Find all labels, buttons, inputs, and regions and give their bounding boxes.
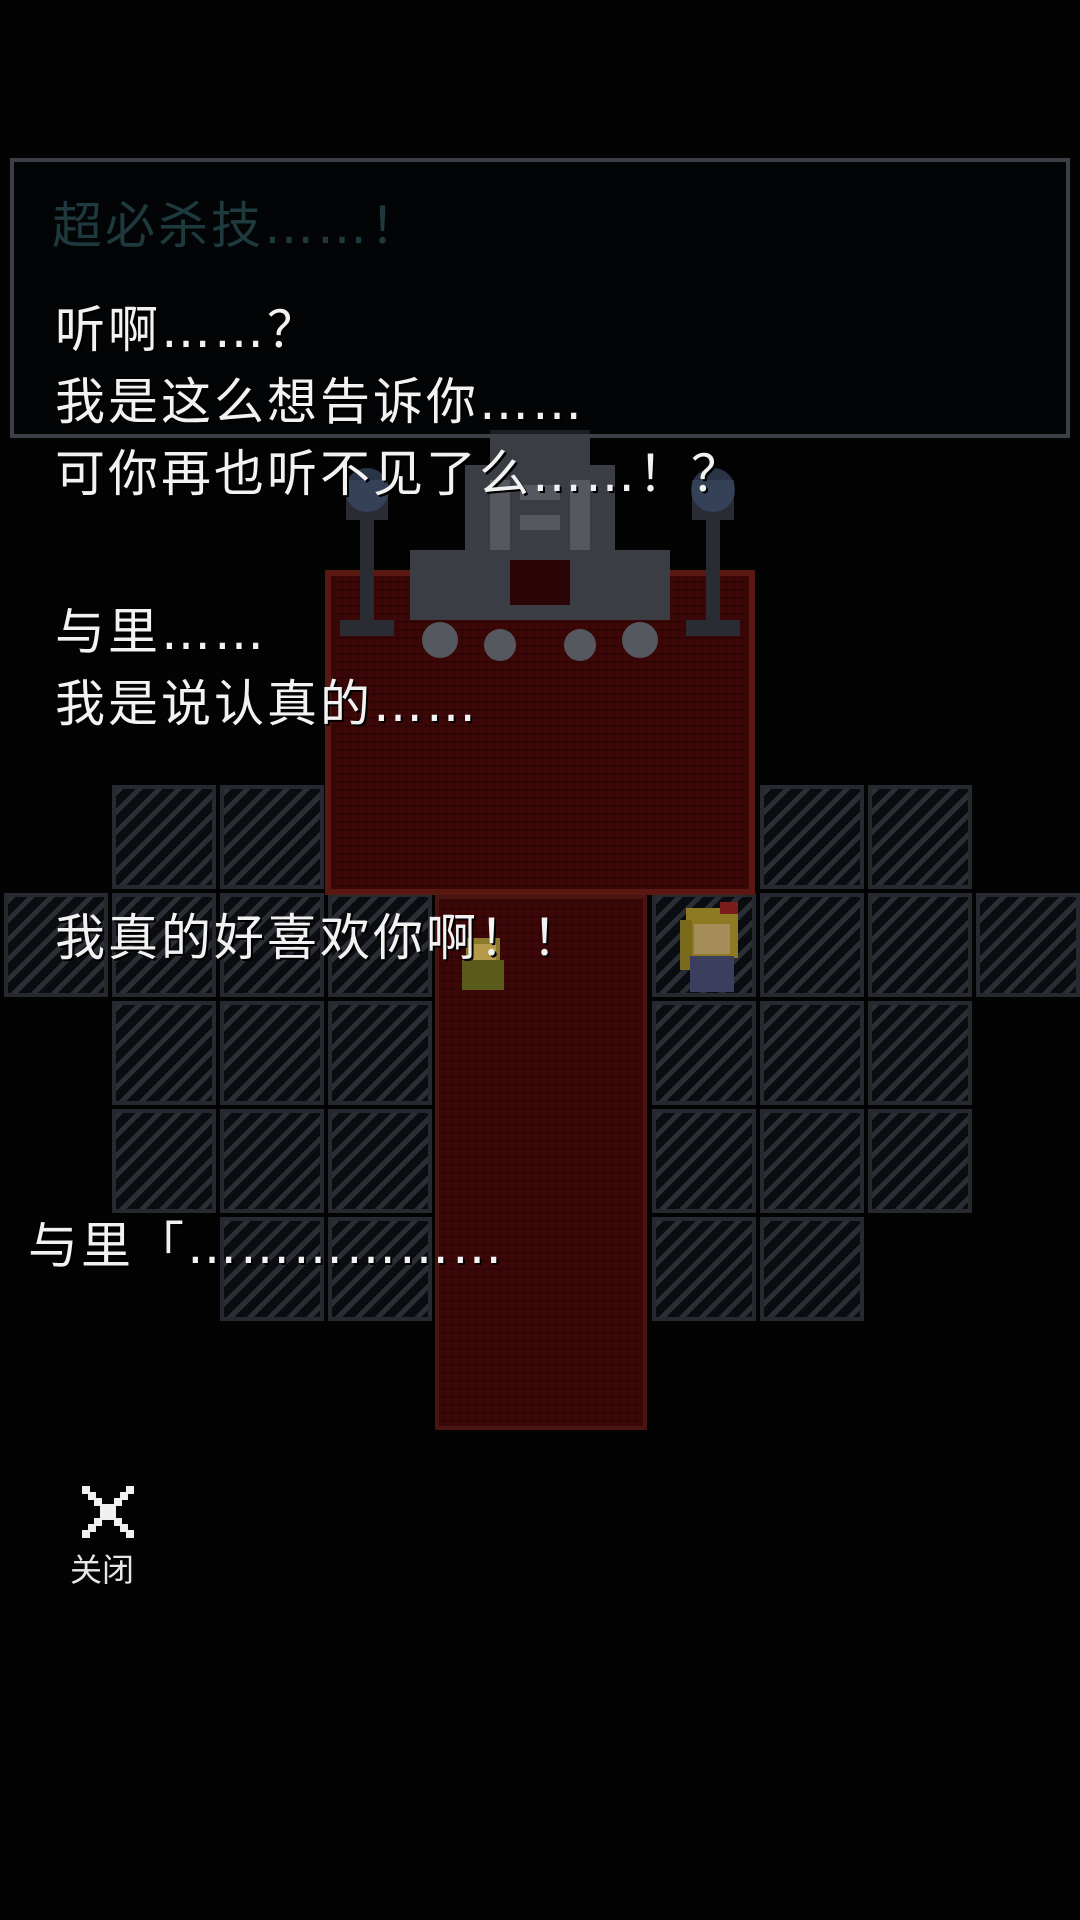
dialogue-line-3: 可你再也听不见了么……！？	[55, 445, 744, 503]
floor-tile	[868, 785, 972, 889]
floor-tile	[112, 1109, 216, 1213]
girl-sprite	[680, 902, 738, 992]
floor-tile	[976, 893, 1080, 997]
floor-tile	[760, 1001, 864, 1105]
floor-tile	[868, 1109, 972, 1213]
dialogue-line-6: 我真的好喜欢你啊！！	[55, 909, 585, 967]
dialogue-line-1: 听啊……？	[55, 301, 320, 359]
dialogue-line-4: 与里……	[55, 603, 267, 661]
floor-tile	[652, 1217, 756, 1321]
floor-tile	[652, 1109, 756, 1213]
close-button[interactable]: 关闭	[60, 1480, 160, 1600]
floor-tile	[760, 1217, 864, 1321]
floor-tile	[328, 1109, 432, 1213]
floor-tile	[760, 785, 864, 889]
floor-tile	[760, 1109, 864, 1213]
floor-tile	[220, 1109, 324, 1213]
floor-tile	[652, 1001, 756, 1105]
floor-tile	[868, 893, 972, 997]
skill-name-text: 超必杀技……！	[52, 197, 423, 255]
floor-tile	[220, 785, 324, 889]
dialogue-line-5: 我是说认真的……	[55, 675, 479, 733]
speaker-line: 与里「………………	[28, 1217, 505, 1275]
game-screen: 超必杀技……！ 听啊……？ 我是这么想告诉你…… 可你再也听不见了么……！？ 与…	[0, 0, 1080, 1920]
close-label: 关闭	[70, 1551, 135, 1589]
floor-tile	[220, 1001, 324, 1105]
floor-tile	[868, 1001, 972, 1105]
dialogue-line-2: 我是这么想告诉你……	[55, 373, 585, 431]
floor-tile	[112, 785, 216, 889]
close-icon	[82, 1486, 134, 1538]
floor-tile	[760, 893, 864, 997]
floor-tile	[112, 1001, 216, 1105]
floor-tile	[328, 1001, 432, 1105]
